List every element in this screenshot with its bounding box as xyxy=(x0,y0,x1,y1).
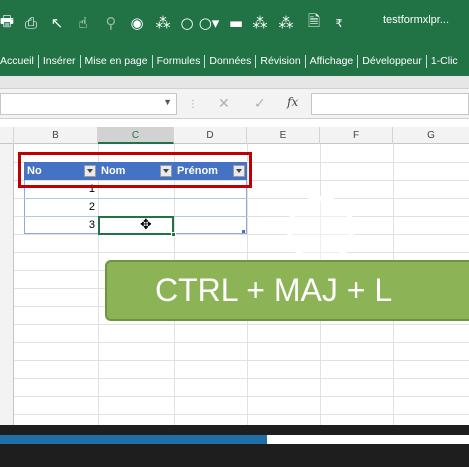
click-indicator-icon xyxy=(287,196,355,264)
oval-icon[interactable]: ○ xyxy=(176,12,198,34)
print-preview-icon[interactable]: ⎙ xyxy=(20,12,42,34)
table-cell-no[interactable]: 2 xyxy=(24,199,97,216)
grid-line xyxy=(14,342,469,343)
tab-formules[interactable]: Formules xyxy=(153,54,206,68)
fill-handle[interactable] xyxy=(171,232,176,237)
quick-access-toolbar: 🖶 ⎙ ↖ ☝ ⚲ ◉ ⁂ ○ ○▾ ▬ ⁂ ⁂ 🗎 ₹ testformxlp… xyxy=(0,0,469,46)
print-icon[interactable]: 🖶 xyxy=(0,12,18,34)
table-resize-handle[interactable] xyxy=(242,230,245,233)
shapes-icon[interactable]: ⁂ xyxy=(152,12,174,34)
grid-line xyxy=(14,234,469,235)
column-headers: B C D E F G xyxy=(0,127,469,144)
keyboard-shortcut-banner: CTRL + MAJ + L xyxy=(105,260,469,321)
filter-icon[interactable]: ⚲ xyxy=(100,12,122,34)
name-box-dropdown-icon[interactable]: ▼ xyxy=(163,97,172,107)
tab-donnees[interactable]: Données xyxy=(205,54,257,68)
video-progress-fill xyxy=(0,435,268,444)
ribbon-collapsed-band xyxy=(0,76,469,89)
active-cell-selection[interactable] xyxy=(98,216,174,235)
insert-function-icon[interactable]: fx xyxy=(287,95,298,109)
header-highlight-box xyxy=(18,152,252,188)
table-cell-no[interactable]: 3 xyxy=(24,217,97,234)
ribbon-tabs: Accueil Insérer Mise en page Formules Do… xyxy=(0,46,469,76)
formula-bar: ▼ ⋮ ✕ ✓ fx xyxy=(0,89,469,119)
tab-1-clic[interactable]: 1-Clic xyxy=(427,55,462,68)
record-icon[interactable]: ◉ xyxy=(126,12,148,34)
grid-line xyxy=(14,324,469,325)
tab-accueil[interactable]: Accueil xyxy=(0,54,39,68)
grid-line xyxy=(14,252,469,253)
tab-affichage[interactable]: Affichage xyxy=(306,54,359,68)
video-player-bar xyxy=(0,425,469,467)
grid-line xyxy=(14,378,469,379)
window-title: testformxlpr... xyxy=(383,14,450,26)
save-icon[interactable]: ▬ xyxy=(225,12,247,34)
group-icon[interactable]: ⁂ xyxy=(249,12,271,34)
tab-revision[interactable]: Révision xyxy=(256,54,306,68)
column-header-b[interactable]: B xyxy=(14,127,98,144)
formula-bar-grip-icon: ⋮ xyxy=(188,99,198,110)
customize-icon[interactable]: ₹ xyxy=(328,12,350,34)
video-progress-track[interactable] xyxy=(0,435,469,444)
ungroup-icon[interactable]: ⁂ xyxy=(275,12,297,34)
column-header-f[interactable]: F xyxy=(320,127,393,144)
tab-inserer[interactable]: Insérer xyxy=(39,54,81,68)
sheet-icon[interactable]: 🗎 xyxy=(303,12,325,34)
name-box[interactable]: ▼ xyxy=(0,93,177,115)
grid-line xyxy=(14,360,469,361)
cancel-icon[interactable]: ✕ xyxy=(218,95,230,112)
formula-input[interactable] xyxy=(311,93,469,115)
column-header-c[interactable]: C xyxy=(98,127,174,144)
column-header-g[interactable]: G xyxy=(393,127,469,144)
row-headers[interactable] xyxy=(0,144,14,425)
grid-line xyxy=(14,414,469,415)
pointer-icon[interactable]: ☝ xyxy=(72,12,94,34)
tab-mise-en-page[interactable]: Mise en page xyxy=(81,54,153,68)
column-header-d[interactable]: D xyxy=(174,127,247,144)
circle-dropdown-icon[interactable]: ○▾ xyxy=(198,12,220,34)
column-header-e[interactable]: E xyxy=(247,127,320,144)
grid-line xyxy=(14,396,469,397)
tab-developpeur[interactable]: Développeur xyxy=(358,54,427,68)
cell-cursor-icon: ✥ xyxy=(140,217,152,233)
select-all-corner[interactable] xyxy=(0,127,14,144)
enter-icon[interactable]: ✓ xyxy=(254,95,266,112)
select-arrow-icon[interactable]: ↖ xyxy=(46,12,68,34)
